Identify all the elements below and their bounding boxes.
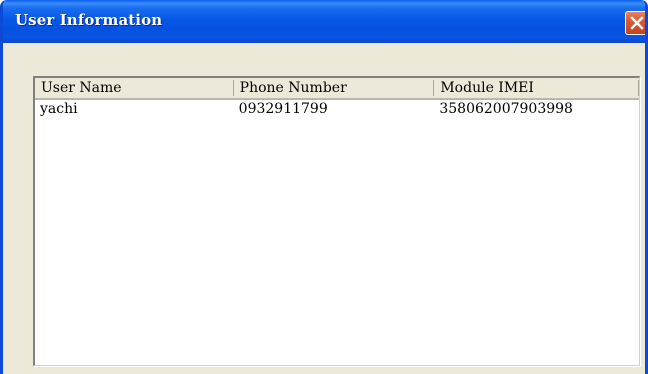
window-title: User Information	[15, 11, 163, 29]
dialog-content: User Name Phone Number Module IMEI yachi…	[3, 43, 645, 374]
column-header-user-name[interactable]: User Name	[35, 78, 234, 100]
column-header-phone-number[interactable]: Phone Number	[233, 78, 435, 100]
column-header-module-imei[interactable]: Module IMEI	[434, 78, 639, 100]
user-list-view[interactable]: User Name Phone Number Module IMEI yachi…	[33, 76, 640, 366]
list-row[interactable]: yachi 0932911799 358062007903998	[35, 100, 639, 119]
cell-user-name: yachi	[40, 101, 78, 117]
cell-phone-number: 0932911799	[238, 101, 328, 117]
cell-module-imei: 358062007903998	[439, 101, 573, 117]
user-information-dialog: User Information User Name Phone Number …	[0, 0, 648, 374]
list-header: User Name Phone Number Module IMEI	[35, 78, 639, 100]
close-button[interactable]	[625, 11, 645, 35]
title-bar[interactable]: User Information	[3, 0, 645, 43]
close-icon	[630, 16, 644, 30]
